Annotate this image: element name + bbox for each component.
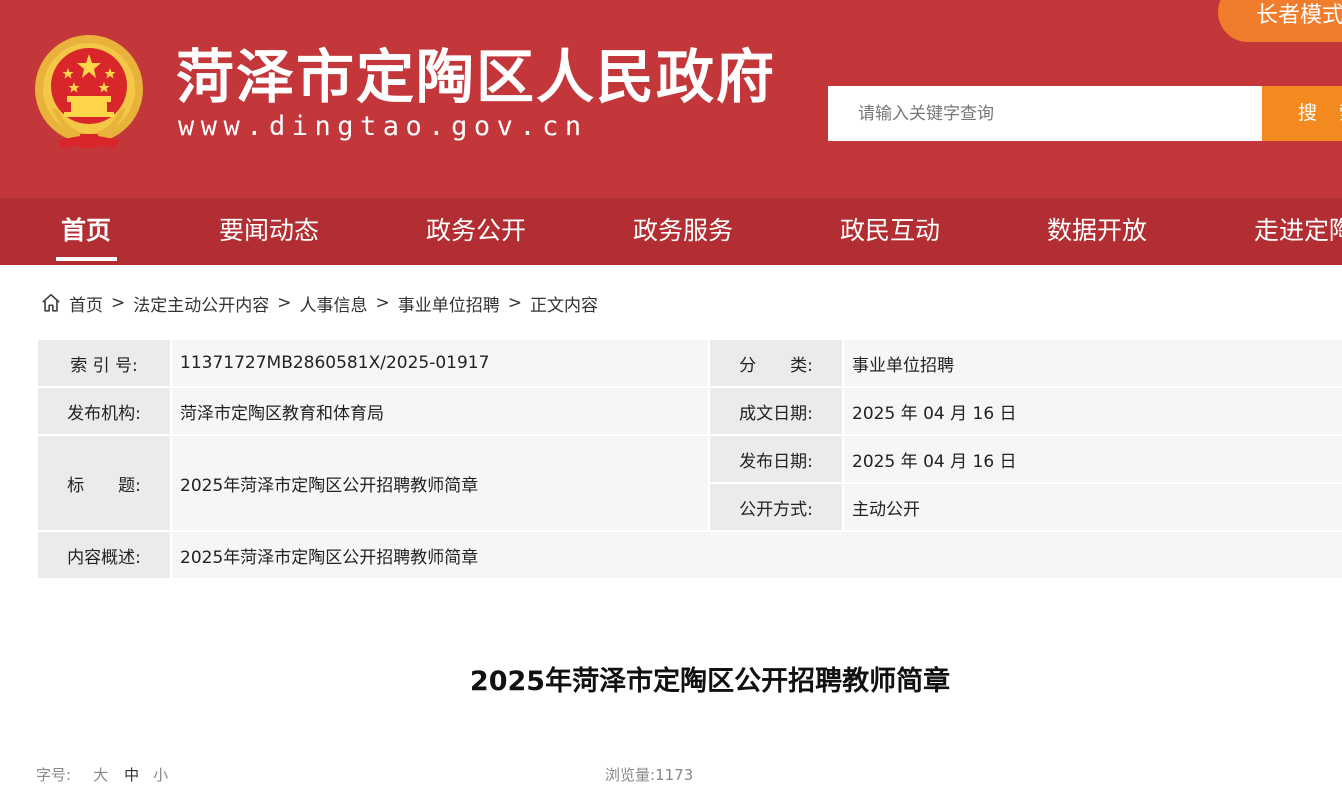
font-size-label: 字号: <box>36 766 72 784</box>
title-label: 标 题: <box>38 436 170 530</box>
view-count: 浏览量:1173 <box>605 764 693 785</box>
publisher-label: 发布机构: <box>38 388 170 434</box>
site-title: 菏泽市定陶区人民政府 <box>176 43 777 111</box>
index-number-value: 11371727MB2860581X/2025-01917 <box>172 340 708 386</box>
nav-item-interaction[interactable]: 政民互动 <box>840 198 940 265</box>
category-value: 事业单位招聘 <box>844 340 1342 386</box>
publisher-value: 菏泽市定陶区教育和体育局 <box>172 388 708 434</box>
nav-active-indicator <box>56 257 117 261</box>
nav-item-open-data[interactable]: 数据开放 <box>1047 198 1147 265</box>
view-count-label: 浏览量: <box>605 766 656 784</box>
summary-label: 内容概述: <box>38 532 170 578</box>
font-size-large-button[interactable]: 大 <box>93 764 108 785</box>
home-icon <box>42 293 60 312</box>
breadcrumb: 首页 > 法定主动公开内容 > 人事信息 > 事业单位招聘 > 正文内容 <box>40 290 598 316</box>
font-size-small-button[interactable]: 小 <box>153 764 168 785</box>
breadcrumb-current: 正文内容 <box>530 295 598 316</box>
publish-date-value: 2025 年 04 月 16 日 <box>844 436 1342 482</box>
breadcrumb-separator: > <box>277 293 292 313</box>
breadcrumb-separator: > <box>507 293 522 313</box>
summary-value: 2025年菏泽市定陶区公开招聘教师简章 <box>172 532 1342 578</box>
site-url: www.dingtao.gov.cn <box>178 111 588 142</box>
title-value: 2025年菏泽市定陶区公开招聘教师简章 <box>172 436 708 530</box>
nav-item-news[interactable]: 要闻动态 <box>219 198 319 265</box>
view-count-value: 1173 <box>655 766 694 784</box>
breadcrumb-recruitment[interactable]: 事业单位招聘 <box>398 291 500 316</box>
breadcrumb-separator: > <box>375 293 390 313</box>
breadcrumb-separator: > <box>111 293 126 313</box>
breadcrumb-public-content[interactable]: 法定主动公开内容 <box>133 291 269 316</box>
nav-item-home[interactable]: 首页 <box>61 198 111 265</box>
article-title: 2025年菏泽市定陶区公开招聘教师简章 <box>469 666 951 697</box>
written-date-label: 成文日期: <box>710 388 842 434</box>
search-button[interactable]: 搜 索 <box>1262 86 1342 141</box>
open-method-label: 公开方式: <box>710 484 842 530</box>
font-size-controls: 字号: 大 中 小 <box>36 764 168 785</box>
open-method-value: 主动公开 <box>844 484 1342 530</box>
publish-date-label: 发布日期: <box>710 436 842 482</box>
nav-item-about-dingtao[interactable]: 走进定陶 <box>1254 198 1342 265</box>
breadcrumb-personnel-info[interactable]: 人事信息 <box>300 291 368 316</box>
site-header: 菏泽市定陶区人民政府 www.dingtao.gov.cn 长者模式 搜 索 <box>0 0 1342 198</box>
main-nav: 首页 要闻动态 政务公开 政务服务 政民互动 数据开放 走进定陶 <box>0 198 1342 265</box>
nav-item-gov-affairs-open[interactable]: 政务公开 <box>426 198 526 265</box>
index-number-label: 索 引 号: <box>38 340 170 386</box>
breadcrumb-home[interactable]: 首页 <box>69 291 103 316</box>
written-date-value: 2025 年 04 月 16 日 <box>844 388 1342 434</box>
category-label: 分 类: <box>710 340 842 386</box>
nav-item-gov-services[interactable]: 政务服务 <box>633 198 733 265</box>
elder-mode-button[interactable]: 长者模式 <box>1218 0 1342 42</box>
search-input[interactable] <box>828 86 1262 141</box>
national-emblem-icon[interactable] <box>34 34 144 150</box>
font-size-medium-button[interactable]: 中 <box>124 764 139 785</box>
